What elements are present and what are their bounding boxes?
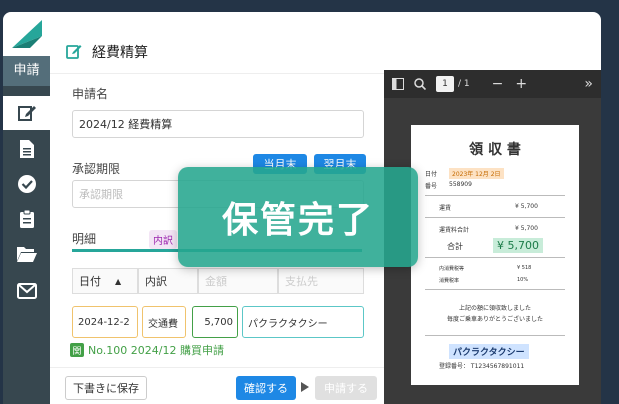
save-draft-button[interactable]: 下書きに保存 [65,376,147,400]
linked-request[interactable]: 関 No.100 2024/12 購買申請 [70,342,224,358]
search-icon[interactable] [414,78,426,90]
application-name-input[interactable]: 2024/12 経費精算 [72,110,364,138]
receipt-divider [425,217,565,218]
arrow-right-icon [301,382,309,392]
receipt-tax-rate-value: 10% [517,277,529,283]
details-label: 明細 [72,232,97,246]
receipt-fare-total-value: ¥ 5,700 [515,225,538,232]
logo [3,12,50,56]
sidebar-item-approvals[interactable] [3,167,50,201]
receipt-note-line2: 毎度ご乗車ありがとうございました [446,316,543,323]
details-chip[interactable]: 内訳 [149,230,177,249]
table-header-description[interactable]: 支払先 [278,268,364,294]
sidebar-item-mail[interactable] [3,274,50,308]
receipt-date-value: 2023年 12月 2日 [449,168,504,179]
linked-request-text[interactable]: No.100 2024/12 購買申請 [88,342,224,358]
sidebar: 申請 [3,12,50,404]
sidebar-item-application[interactable]: 申請 [3,56,50,86]
apply-button[interactable]: 申請する [315,376,377,400]
receipt-page: 領 収 書 日付 2023年 12月 2日 番号 558909 運賃 ¥ 5,7… [411,125,579,385]
row-description-input[interactable]: パクラクタクシー [242,306,364,338]
receipt-tax-value: ¥ 518 [517,265,532,271]
check-circle-icon [17,175,36,193]
sidebar-item-tasks[interactable] [3,202,50,236]
receipt-fare-total-label: 運賃料合計 [439,227,470,234]
sort-icon: ▲ [115,276,122,286]
sidebar-toggle-icon[interactable] [392,78,404,90]
edit-icon [17,106,36,121]
row-amount-input[interactable]: 5,700 [192,306,238,338]
zoom-in-button[interactable]: + [515,76,527,92]
receipt-total-value: ¥ 5,700 [493,238,543,253]
zoom-out-button[interactable]: − [492,76,504,92]
page-title: 経費精算 [92,45,148,61]
page-header: 経費精算 [50,30,601,74]
logo-icon [12,20,42,48]
application-name-label: 申請名 [72,87,109,101]
page-number-input[interactable]: 1 [436,76,454,92]
pdf-toolbar: 1 / 1 − + » [384,70,601,98]
receipt-divider [425,289,565,290]
row-category-input[interactable]: 交通費 [142,306,186,338]
receipt-fare-label: 運賃 [439,205,452,212]
sidebar-item-documents[interactable] [3,132,50,166]
receipt-tax-label: 内消費税等 [439,266,465,272]
sidebar-item-edit[interactable] [3,96,50,130]
form-footer: 下書きに保存 確認する 申請する [50,367,384,404]
receipt-fare-value: ¥ 5,700 [515,203,538,210]
receipt-date-label: 日付 [425,171,438,178]
receipt-note-line1: 上記の額に領収致しました [458,305,531,312]
receipt-divider [425,195,565,196]
confirm-button[interactable]: 確認する [236,376,296,400]
receipt-registration: 登録番号： T1234567891011 [439,363,525,370]
page-total: / 1 [458,79,470,89]
saved-complete-toast: 保管完了 [178,167,418,267]
receipt-divider [425,335,565,336]
sidebar-item-folders[interactable] [3,237,50,271]
clipboard-icon [19,209,34,228]
receipt-divider [425,257,565,258]
receipt-total-label: 合計 [447,242,463,251]
mail-icon [16,283,37,299]
document-icon [19,140,34,158]
table-header-date[interactable]: 日付 ▲ [72,268,138,294]
receipt-company: パクラクタクシー [449,344,529,359]
folder-open-icon [16,247,37,262]
edit-icon [66,45,82,59]
receipt-tax-rate-label: 消費税率 [439,278,460,284]
table-header-breakdown[interactable]: 内訳 [138,268,198,294]
receipt-title: 領 収 書 [469,142,521,158]
receipt-number-value: 558909 [449,181,472,188]
more-tools-button[interactable]: » [584,76,593,92]
table-header-amount[interactable]: 金額 [198,268,278,294]
row-date-input[interactable]: 2024-12-2 [72,306,138,338]
link-badge: 関 [70,343,84,357]
receipt-number-label: 番号 [425,183,438,190]
deadline-label: 承認期限 [72,162,121,176]
